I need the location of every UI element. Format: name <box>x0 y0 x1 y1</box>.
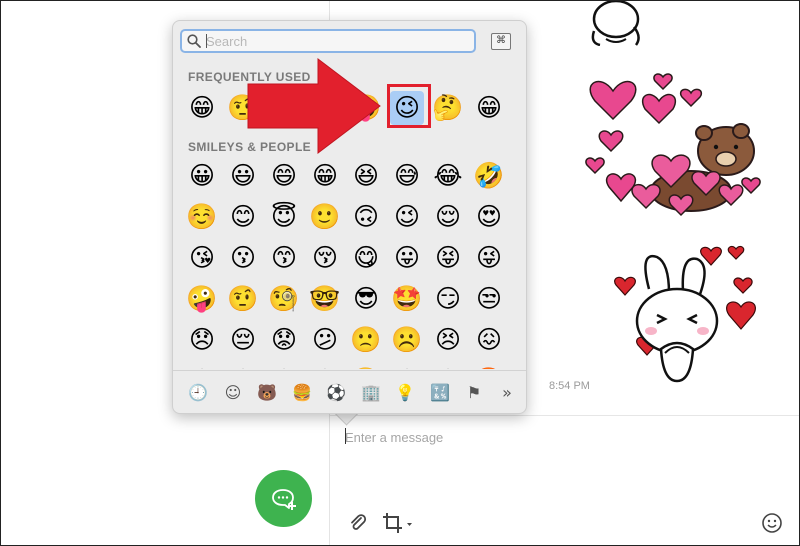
objects-icon[interactable]: 💡 <box>393 381 417 405</box>
emoji-smiley-2-3[interactable]: 😇 <box>267 200 301 234</box>
emoji-smiley-3-5[interactable]: 😋 <box>349 241 383 275</box>
emoji-smiley-1-2[interactable]: 😃 <box>226 159 260 193</box>
emoji-smiley-5-2[interactable]: 😔 <box>226 323 260 357</box>
emoji-smiley-2-4[interactable]: 🙂 <box>308 200 342 234</box>
emoji-smiley-6-5[interactable]: 😤 <box>349 364 383 369</box>
emoji-smiley-6-1[interactable]: 😫 <box>185 364 219 369</box>
annotation-arrow <box>247 57 381 155</box>
emoji-smiley-2-6[interactable]: 😉 <box>390 200 424 234</box>
emoji-smiley-4-7[interactable]: 😏 <box>431 282 465 316</box>
emoji-smiley-1-5[interactable]: 😆 <box>349 159 383 193</box>
emoji-frequent-1[interactable]: 😁 <box>185 91 219 125</box>
emoji-smiley-1-7[interactable]: 😂 <box>431 159 465 193</box>
emoji-frequent-8[interactable]: 😁 <box>472 91 506 125</box>
sticker-brown-bear-hearts[interactable] <box>581 71 771 221</box>
emoji-smiley-5-6[interactable]: ☹️ <box>390 323 424 357</box>
emoji-smiley-6-8[interactable]: 🤬 <box>472 364 506 369</box>
emoji-smiley-5-3[interactable]: 😟 <box>267 323 301 357</box>
symbols-icon[interactable]: 🔣 <box>428 381 452 405</box>
emoji-smiley-4-5[interactable]: 😎 <box>349 282 383 316</box>
message-input[interactable] <box>345 427 765 447</box>
search-icon <box>187 34 201 48</box>
emoji-frequent-7[interactable]: 🤔 <box>431 91 465 125</box>
emoji-smiley-2-5[interactable]: 🙃 <box>349 200 383 234</box>
emoji-search-input[interactable] <box>206 33 466 49</box>
emoji-smiley-5-7[interactable]: 😣 <box>431 323 465 357</box>
app-window: 8:54 PM ⌘ FREQUENTLY USED 😁🤨😊😶🤪😉🤔😁 SMILE… <box>0 0 800 546</box>
travel-icon[interactable]: 🏢 <box>359 381 383 405</box>
new-chat-icon <box>271 488 296 510</box>
annotation-highlight-box <box>387 84 431 128</box>
emoji-smiley-2-7[interactable]: 😌 <box>431 200 465 234</box>
emoji-smiley-4-4[interactable]: 🤓 <box>308 282 342 316</box>
search-caret <box>206 34 207 48</box>
character-viewer-button[interactable]: ⌘ <box>491 33 511 50</box>
recent-icon[interactable]: 🕘 <box>186 381 210 405</box>
text-caret <box>345 428 346 444</box>
emoji-smiley-6-4[interactable]: 😭 <box>308 364 342 369</box>
smileys-grid[interactable]: 😀 😃 😄 😁 😆 😅 😂 🤣 ☺️ 😊 😇 🙂 🙃 😉 😌 😍 😘 😗 😙 😚 😋 😛 😝 😜 🤪 🤨 🧐 🤓 😎 🤩 😏 😒 😞 😔 😟 😕 🙁 ☹️… <box>173 159 526 369</box>
emoji-smiley-4-3[interactable]: 🧐 <box>267 282 301 316</box>
flags-icon[interactable]: ⚑ <box>462 381 486 405</box>
emoji-smiley-6-2[interactable]: 😩 <box>226 364 260 369</box>
emoji-smiley-3-3[interactable]: 😙 <box>267 241 301 275</box>
animals-icon[interactable]: 🐻 <box>255 381 279 405</box>
emoji-smiley-4-2[interactable]: 🤨 <box>226 282 260 316</box>
more-icon[interactable]: » <box>495 381 519 405</box>
emoji-smiley-1-8[interactable]: 🤣 <box>472 159 506 193</box>
sticker-bear-top[interactable] <box>586 1 646 46</box>
smiley-icon[interactable] <box>761 512 783 534</box>
emoji-smiley-4-1[interactable]: 🤪 <box>185 282 219 316</box>
emoji-smiley-3-6[interactable]: 😛 <box>390 241 424 275</box>
new-chat-button[interactable] <box>255 470 312 527</box>
emoji-smiley-2-2[interactable]: 😊 <box>226 200 260 234</box>
emoji-smiley-2-1[interactable]: ☺️ <box>185 200 219 234</box>
emoji-smiley-4-6[interactable]: 🤩 <box>390 282 424 316</box>
paperclip-icon[interactable] <box>348 513 368 533</box>
food-icon[interactable]: 🍔 <box>290 381 314 405</box>
emoji-smiley-3-8[interactable]: 😜 <box>472 241 506 275</box>
emoji-smiley-1-6[interactable]: 😅 <box>390 159 424 193</box>
activity-icon[interactable]: ⚽ <box>324 381 348 405</box>
message-timestamp: 8:54 PM <box>549 380 590 392</box>
emoji-smiley-5-5[interactable]: 🙁 <box>349 323 383 357</box>
composer-divider <box>330 415 799 416</box>
emoji-smiley-4-8[interactable]: 😒 <box>472 282 506 316</box>
emoji-smiley-1-1[interactable]: 😀 <box>185 159 219 193</box>
emoji-smiley-5-8[interactable]: 😖 <box>472 323 506 357</box>
crop-icon[interactable] <box>382 512 414 534</box>
sticker-rabbit-hearts[interactable] <box>611 241 771 391</box>
emoji-smiley-3-7[interactable]: 😝 <box>431 241 465 275</box>
emoji-smiley-5-4[interactable]: 😕 <box>308 323 342 357</box>
emoji-smiley-1-3[interactable]: 😄 <box>267 159 301 193</box>
category-bar: 🕘 ☺ 🐻 🍔 ⚽ 🏢 💡 🔣 ⚑ » <box>173 370 526 414</box>
emoji-smiley-2-8[interactable]: 😍 <box>472 200 506 234</box>
emoji-smiley-5-1[interactable]: 😞 <box>185 323 219 357</box>
emoji-search-box[interactable] <box>180 29 476 53</box>
emoji-smiley-1-4[interactable]: 😁 <box>308 159 342 193</box>
smileys-icon[interactable]: ☺ <box>221 381 245 405</box>
emoji-smiley-3-1[interactable]: 😘 <box>185 241 219 275</box>
emoji-smiley-3-4[interactable]: 😚 <box>308 241 342 275</box>
emoji-smiley-6-7[interactable]: 😡 <box>431 364 465 369</box>
emoji-smiley-3-2[interactable]: 😗 <box>226 241 260 275</box>
emoji-smiley-6-3[interactable]: 😢 <box>267 364 301 369</box>
emoji-smiley-6-6[interactable]: 😠 <box>390 364 424 369</box>
